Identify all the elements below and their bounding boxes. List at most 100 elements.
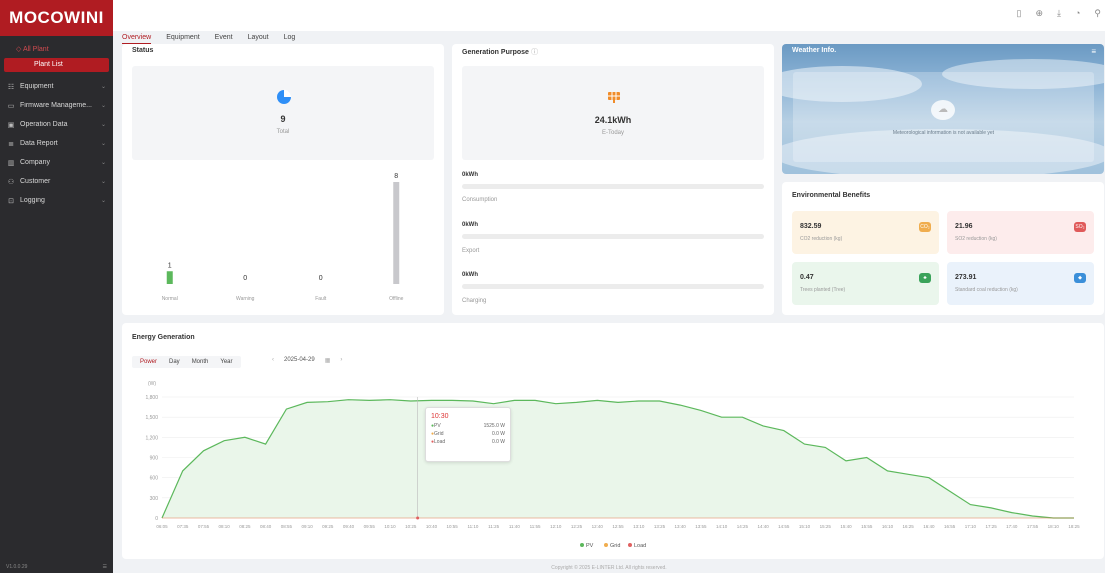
top-bar: ▯ ⊕ ⤓ ◔ ⚲ bbox=[113, 0, 1105, 31]
menu-icon: ▭ bbox=[7, 102, 15, 110]
menu-icon: ≣ bbox=[8, 140, 14, 148]
env-benefit-0: 832.59 CO2 reduction (kg) CO₂ bbox=[792, 211, 939, 254]
sidebar-item-logging[interactable]: ⊡ Logging ⌄ bbox=[0, 191, 113, 210]
tooltip-point bbox=[416, 516, 420, 520]
charging-label: Charging bbox=[462, 298, 487, 304]
x-tick-label: 17:25 bbox=[985, 524, 997, 529]
tooltip-row: ●Grid 0.0 W bbox=[431, 431, 505, 437]
generation-title-row: Generation Purpose ⓘ bbox=[462, 47, 538, 57]
status-bar-offline[interactable] bbox=[393, 182, 400, 284]
env-label: Trees planted (Tree) bbox=[800, 287, 846, 293]
x-tick-label: 14:25 bbox=[737, 524, 749, 529]
menu-icon: ⊡ bbox=[8, 197, 14, 205]
bell-icon[interactable]: ◔ bbox=[1075, 8, 1080, 19]
energy-card: Energy Generation Power Day Month Year ‹… bbox=[122, 323, 1104, 559]
sidebar-item-plant-list[interactable]: Plant List bbox=[4, 58, 109, 72]
x-tick-label: 15:55 bbox=[861, 524, 873, 529]
x-tick-label: 17:40 bbox=[1006, 524, 1018, 529]
y-tick-label: 1,200 bbox=[145, 435, 158, 441]
env-benefit-1: 21.96 SO2 reduction (kg) SO₂ bbox=[947, 211, 1094, 254]
sidebar-item-equipment[interactable]: ☷ Equipment ⌄ bbox=[0, 77, 113, 96]
status-bar-value: 0 bbox=[319, 275, 323, 282]
brand-logo[interactable]: MOCOWINI bbox=[0, 0, 113, 36]
x-tick-label: 16:10 bbox=[882, 524, 894, 529]
sidebar-group-all-plant[interactable]: ◇ All Plant bbox=[0, 42, 113, 58]
sidebar-item-label: Firmware Manageme... bbox=[20, 102, 92, 109]
tab-equipment[interactable]: Equipment bbox=[166, 34, 199, 44]
y-tick-label: 0 bbox=[155, 516, 158, 522]
generation-title: Generation Purpose bbox=[462, 49, 529, 56]
menu-icon: ▣ bbox=[7, 121, 15, 129]
chevron-down-icon: ⌄ bbox=[101, 141, 107, 147]
legend-label-load[interactable]: Load bbox=[634, 543, 646, 549]
day-button[interactable]: Day bbox=[169, 359, 180, 365]
status-bar-label: Fault bbox=[315, 296, 327, 302]
x-tick-label: 13:10 bbox=[633, 524, 645, 529]
plant-tabs: Overview Equipment Event Layout Log bbox=[122, 34, 295, 44]
sidebar-item-company[interactable]: ▥ Company ⌄ bbox=[0, 153, 113, 172]
generation-today-value: 24.1kWh bbox=[594, 115, 632, 125]
date-input[interactable]: 2025-04-29 bbox=[284, 357, 315, 364]
legend-label-grid[interactable]: Grid bbox=[610, 543, 620, 549]
sidebar-item-customer[interactable]: ⚇ Customer ⌄ bbox=[0, 172, 113, 191]
tab-log[interactable]: Log bbox=[284, 34, 296, 44]
copyright-footer: Copyright © 2025 E-LINTER Ltd. All right… bbox=[551, 565, 667, 571]
env-icon: SO₂ bbox=[1074, 222, 1086, 232]
env-icon: CO₂ bbox=[919, 222, 931, 232]
status-card: Status 9 Total 1 Normal 0 Warning 0 Fault 8 Off… bbox=[122, 44, 444, 315]
x-tick-label: 10:40 bbox=[426, 524, 438, 529]
tab-overview[interactable]: Overview bbox=[122, 34, 152, 44]
calendar-icon[interactable]: ▦ bbox=[325, 357, 331, 364]
x-tick-label: 09:40 bbox=[343, 524, 355, 529]
weather-title: Weather Info. bbox=[792, 47, 837, 54]
year-button[interactable]: Year bbox=[220, 359, 232, 365]
menu-icon[interactable]: ≡ bbox=[1091, 47, 1096, 56]
x-tick-label: 13:55 bbox=[695, 524, 707, 529]
env-icon: ◆ bbox=[1074, 273, 1086, 283]
tab-event[interactable]: Event bbox=[215, 34, 233, 44]
y-tick-label: 1,800 bbox=[145, 395, 158, 401]
status-bar-normal[interactable] bbox=[166, 271, 173, 284]
y-tick-label: 1,500 bbox=[145, 415, 158, 421]
sidebar-item-firmware-manageme[interactable]: ▭ Firmware Manageme... ⌄ bbox=[0, 96, 113, 115]
x-tick-label: 12:40 bbox=[592, 524, 604, 529]
y-tick-label: 600 bbox=[150, 476, 159, 482]
sidebar-item-label: Company bbox=[20, 159, 50, 166]
export-label: Export bbox=[462, 248, 480, 254]
consumption-label: Consumption bbox=[462, 197, 498, 203]
x-tick-label: 09:25 bbox=[322, 524, 334, 529]
info-icon[interactable]: ⓘ bbox=[531, 49, 538, 56]
status-title: Status bbox=[132, 47, 154, 54]
charging-bar bbox=[462, 284, 764, 289]
tab-layout[interactable]: Layout bbox=[248, 34, 269, 44]
menu-icon: ⚇ bbox=[7, 178, 15, 186]
env-benefit-3: 273.91 Standard coal reduction (kg) ◆ bbox=[947, 262, 1094, 305]
y-tick-label: 900 bbox=[150, 456, 159, 462]
x-tick-label: 14:10 bbox=[716, 524, 728, 529]
prev-date-icon[interactable]: ‹ bbox=[272, 357, 274, 364]
x-tick-label: 13:40 bbox=[675, 524, 687, 529]
env-value: 21.96 bbox=[955, 223, 973, 230]
next-date-icon[interactable]: › bbox=[340, 357, 342, 364]
fullscreen-icon[interactable]: ▯ bbox=[1016, 8, 1021, 19]
chart-tooltip: 10:30 ●PV 1525.0 W ●Grid 0.0 W ●Load 0.0 W bbox=[425, 407, 511, 462]
power-button[interactable]: Power bbox=[140, 359, 157, 365]
chevron-down-icon: ⌄ bbox=[101, 103, 107, 109]
month-button[interactable]: Month bbox=[192, 359, 209, 365]
user-icon[interactable]: ⚲ bbox=[1094, 8, 1101, 19]
x-tick-label: 07:55 bbox=[198, 524, 210, 529]
x-tick-label: 16:55 bbox=[944, 524, 956, 529]
sidebar-item-data-report[interactable]: ≣ Data Report ⌄ bbox=[0, 134, 113, 153]
download-icon[interactable]: ⤓ bbox=[1057, 8, 1061, 19]
x-tick-label: 13:25 bbox=[654, 524, 666, 529]
generation-today-box: 24.1kWh E-Today bbox=[462, 66, 764, 160]
tooltip-value: 0.0 W bbox=[491, 431, 505, 437]
x-tick-label: 11:25 bbox=[488, 524, 499, 529]
sidebar-item-operation-data[interactable]: ▣ Operation Data ⌄ bbox=[0, 115, 113, 134]
language-icon[interactable]: ⊕ bbox=[1035, 8, 1043, 19]
env-label: CO2 reduction (kg) bbox=[800, 236, 843, 242]
collapse-icon[interactable]: ☰ bbox=[103, 564, 107, 570]
legend-label-pv[interactable]: PV bbox=[586, 543, 594, 549]
chevron-down-icon: ⌄ bbox=[101, 160, 107, 166]
env-icon: ♣ bbox=[919, 273, 931, 283]
